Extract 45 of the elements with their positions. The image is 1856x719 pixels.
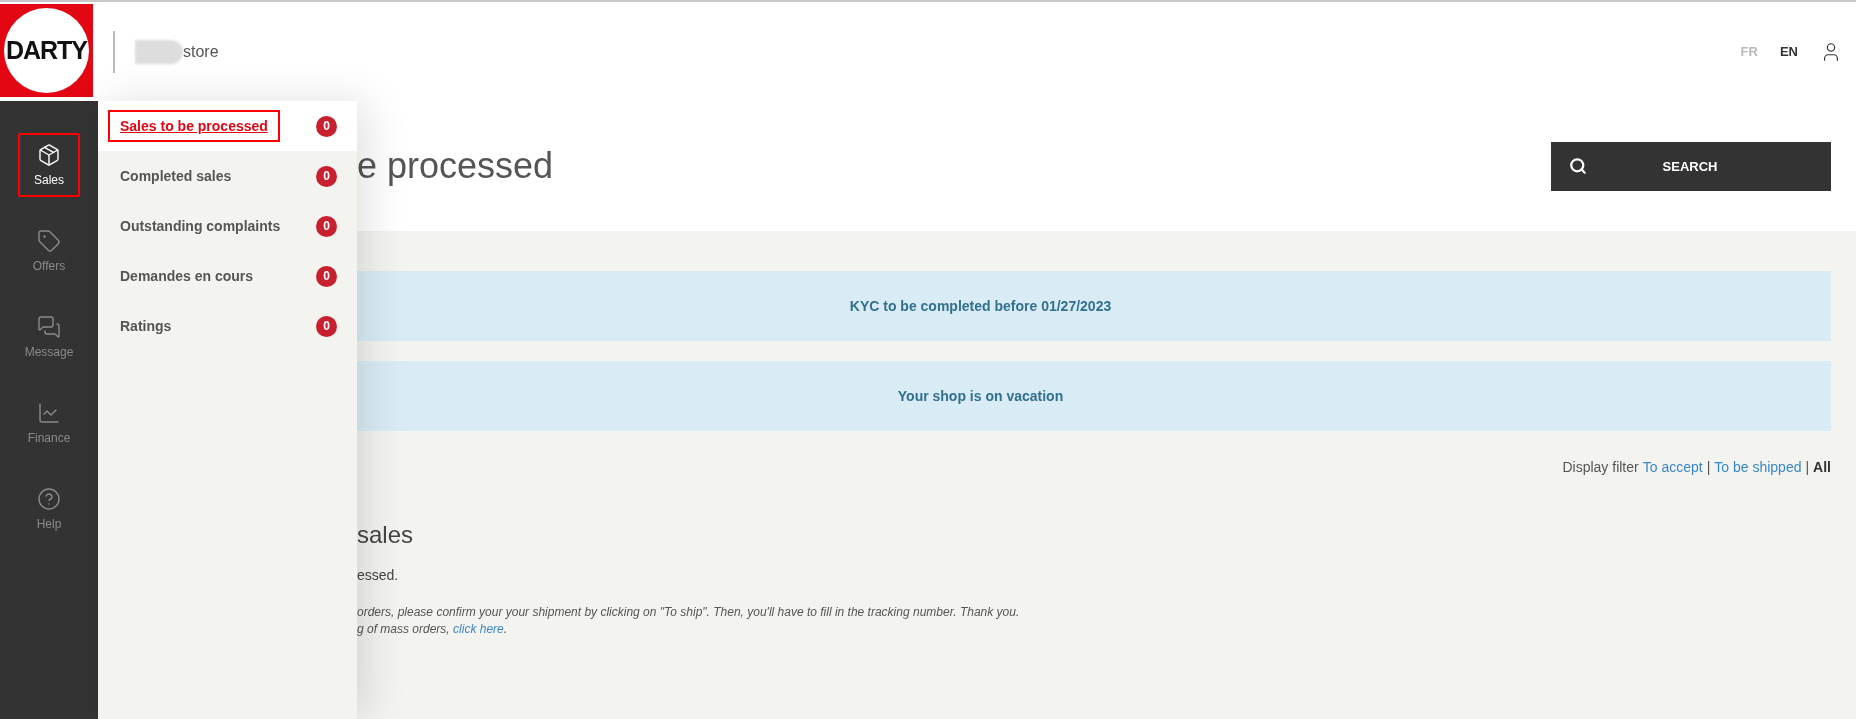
note-text: orders, please confirm your your shipment by clicking on "To ship". Then, you'll have to fill in the tracking number. Thank you. bbox=[357, 605, 1021, 619]
box-icon bbox=[37, 143, 61, 167]
filter-link[interactable]: To accept bbox=[1642, 459, 1703, 475]
section-heading: sales bbox=[357, 521, 415, 549]
help-icon bbox=[37, 487, 61, 511]
submenu-item[interactable]: Completed sales bbox=[108, 160, 244, 192]
filter-link[interactable]: All bbox=[1813, 459, 1831, 475]
submenu-item[interactable]: Ratings bbox=[108, 310, 184, 342]
sidebar-item[interactable]: Finance bbox=[18, 391, 80, 455]
click-here-link[interactable]: click here bbox=[453, 622, 504, 636]
note-text: g of mass orders, click here. bbox=[357, 622, 509, 636]
search-button[interactable]: SEARCH bbox=[1551, 141, 1831, 191]
banner-text: KYC to be completed before 01/27/2023 bbox=[849, 298, 1112, 314]
language-link[interactable]: EN bbox=[1779, 44, 1798, 59]
count-badge: 0 bbox=[316, 115, 337, 137]
sidebar-item[interactable]: Offers bbox=[18, 219, 80, 283]
sidebar-label: Sales bbox=[34, 173, 64, 187]
shop-name: store bbox=[183, 42, 219, 61]
search-icon bbox=[1569, 157, 1587, 175]
filter-link[interactable]: To be shipped bbox=[1714, 459, 1802, 475]
sidebar-item[interactable]: Message bbox=[18, 305, 80, 369]
sidebar-label: Help bbox=[36, 517, 62, 531]
sidebar-item[interactable]: Sales bbox=[18, 133, 80, 197]
count-badge: 0 bbox=[316, 215, 337, 237]
section-message: essed. bbox=[357, 567, 400, 583]
sidebar-label: Offers bbox=[32, 259, 66, 273]
count-badge: 0 bbox=[316, 165, 337, 187]
logo-text: DARTY bbox=[5, 36, 88, 65]
sidebar-label: Message bbox=[24, 345, 74, 359]
count-badge: 0 bbox=[316, 315, 337, 337]
submenu-item[interactable]: Sales to be processed bbox=[108, 110, 280, 142]
submenu-item[interactable]: Outstanding complaints bbox=[108, 210, 293, 242]
blurred-name bbox=[135, 39, 183, 64]
sidebar-item[interactable]: Help bbox=[18, 477, 80, 541]
page-title: e processed bbox=[357, 145, 554, 187]
separator: | bbox=[1805, 459, 1810, 475]
count-badge: 0 bbox=[316, 265, 337, 287]
submenu-item[interactable]: Demandes en cours bbox=[108, 260, 266, 292]
banner-text: Your shop is on vacation bbox=[897, 388, 1064, 404]
sidebar-label: Finance bbox=[27, 431, 71, 445]
chart-icon bbox=[37, 401, 61, 425]
tag-icon bbox=[37, 229, 61, 253]
chat-icon bbox=[37, 315, 61, 339]
separator: | bbox=[1706, 459, 1711, 475]
filter-label: Display filter bbox=[1562, 459, 1639, 475]
